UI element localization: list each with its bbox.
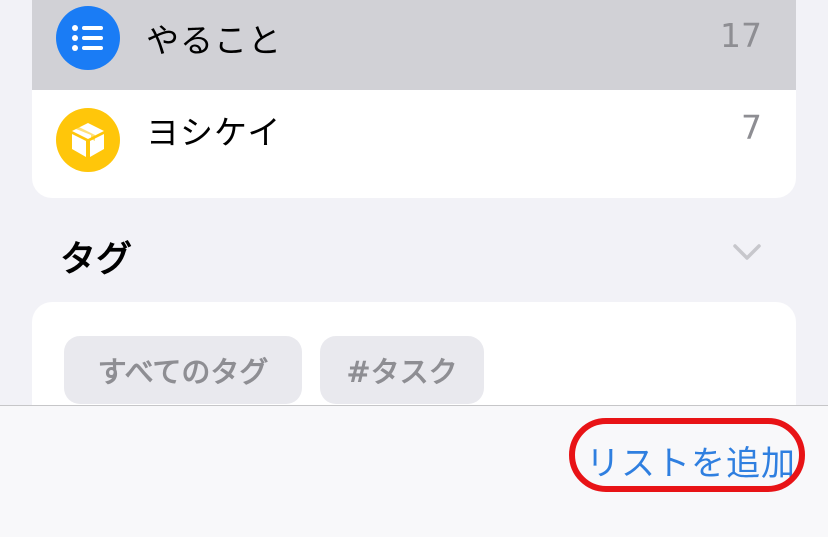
list-label: やること <box>146 21 282 60</box>
tag-chip-task[interactable]: #タスク <box>320 336 484 404</box>
list-icon <box>56 108 120 172</box>
list-icon <box>56 6 120 70</box>
list-row-yarukoto[interactable]: やること 17 <box>32 0 796 90</box>
tag-chip-label: #タスク <box>346 355 458 389</box>
lists-card: やること 17 ヨシケイ 7 <box>32 0 796 198</box>
list-bullet-icon <box>72 25 103 51</box>
bottom-toolbar: リストを追加 <box>0 405 828 537</box>
chevron-down-icon[interactable] <box>732 242 762 262</box>
list-row-yoshikei[interactable]: ヨシケイ 7 <box>32 90 796 198</box>
list-count: 17 <box>720 16 762 55</box>
tag-chip-all-tags[interactable]: すべてのタグ <box>64 336 302 404</box>
tag-chip-label: すべてのタグ <box>97 355 269 389</box>
tags-section-title: タグ <box>60 239 133 280</box>
list-label: ヨシケイ <box>146 113 282 152</box>
highlight-annotation <box>569 418 805 492</box>
list-count: 7 <box>741 108 762 147</box>
box-icon <box>72 123 104 157</box>
